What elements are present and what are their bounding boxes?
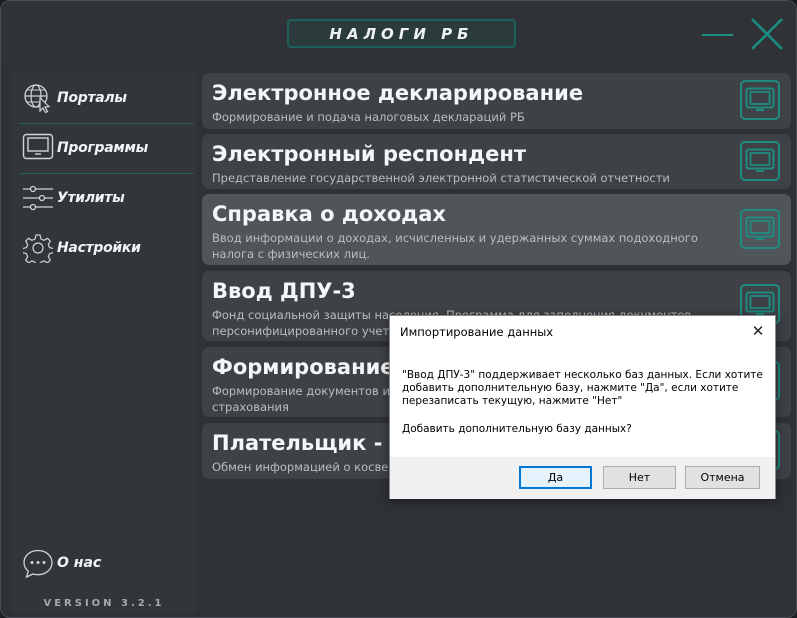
sidebar-item-label: Настройки — [57, 240, 141, 256]
app-window: НАЛОГИ РБ Порталы Программы Утилиты Наст… — [0, 0, 797, 618]
program-title: Справка о доходах — [212, 202, 446, 226]
about-label: О нас — [57, 555, 102, 571]
about-button[interactable]: О нас — [11, 544, 197, 584]
sidebar-item-settings[interactable]: Настройки — [11, 224, 197, 272]
monitor-icon[interactable] — [740, 80, 780, 120]
sidebar-item-label: Программы — [57, 140, 148, 156]
program-description-line2: страхования — [212, 400, 289, 414]
title-bar: НАЛОГИ РБ — [1, 1, 796, 65]
dialog-close-button[interactable]: ✕ — [745, 319, 771, 343]
dialog-title: Импортирование данных — [400, 325, 554, 339]
program-title: Электронный респондент — [212, 142, 527, 166]
sidebar-item-label: Порталы — [57, 90, 127, 106]
dialog-footer: Да Нет Отмена — [390, 457, 775, 499]
monitor-icon[interactable] — [740, 209, 780, 249]
dialog-message: "Ввод ДПУ-3" поддерживает несколько баз … — [402, 369, 763, 407]
minimize-button[interactable] — [701, 21, 735, 47]
program-description: Представление государственной электронно… — [212, 171, 670, 185]
globe-cursor-icon — [22, 82, 54, 114]
cancel-button[interactable]: Отмена — [685, 466, 760, 489]
yes-button[interactable]: Да — [519, 466, 592, 489]
program-description: Ввод информации о доходах, исчисленных и… — [212, 231, 698, 261]
sliders-icon — [22, 182, 54, 214]
monitor-icon — [22, 132, 54, 164]
sidebar-item-programs[interactable]: Программы — [11, 124, 197, 172]
version-label: VERSION 3.2.1 — [43, 598, 165, 609]
sidebar: Порталы Программы Утилиты Настройки О на… — [11, 72, 197, 612]
gear-icon — [22, 232, 54, 264]
minimize-icon — [702, 34, 733, 36]
program-card-e-respondent[interactable]: Электронный респондент Представление гос… — [202, 134, 791, 189]
close-button[interactable] — [747, 15, 787, 53]
no-button[interactable]: Нет — [603, 466, 676, 489]
chat-bubble-icon — [22, 548, 54, 584]
close-icon: ✕ — [751, 322, 765, 340]
program-description: Формирование и подача налоговых декларац… — [212, 110, 525, 124]
program-title: Электронное декларирование — [212, 81, 584, 105]
dialog-question: Добавить дополнительную базу данных? — [402, 423, 632, 435]
import-dialog: Импортирование данных ✕ "Ввод ДПУ-3" под… — [389, 315, 776, 499]
monitor-icon[interactable] — [740, 141, 780, 181]
program-card-e-declaration[interactable]: Электронное декларирование Формирование … — [202, 73, 791, 129]
sidebar-item-utilities[interactable]: Утилиты — [11, 174, 197, 222]
close-icon — [751, 18, 783, 50]
program-title: Формирование Г — [212, 355, 416, 379]
program-card-income-statement[interactable]: Справка о доходах Ввод информации о дохо… — [202, 194, 791, 265]
sidebar-item-label: Утилиты — [57, 190, 125, 206]
program-title: Ввод ДПУ-3 — [212, 279, 356, 303]
sidebar-item-portals[interactable]: Порталы — [11, 74, 197, 122]
program-description-line1: Формирование документов инди — [212, 384, 413, 398]
app-title: НАЛОГИ РБ — [287, 19, 516, 48]
